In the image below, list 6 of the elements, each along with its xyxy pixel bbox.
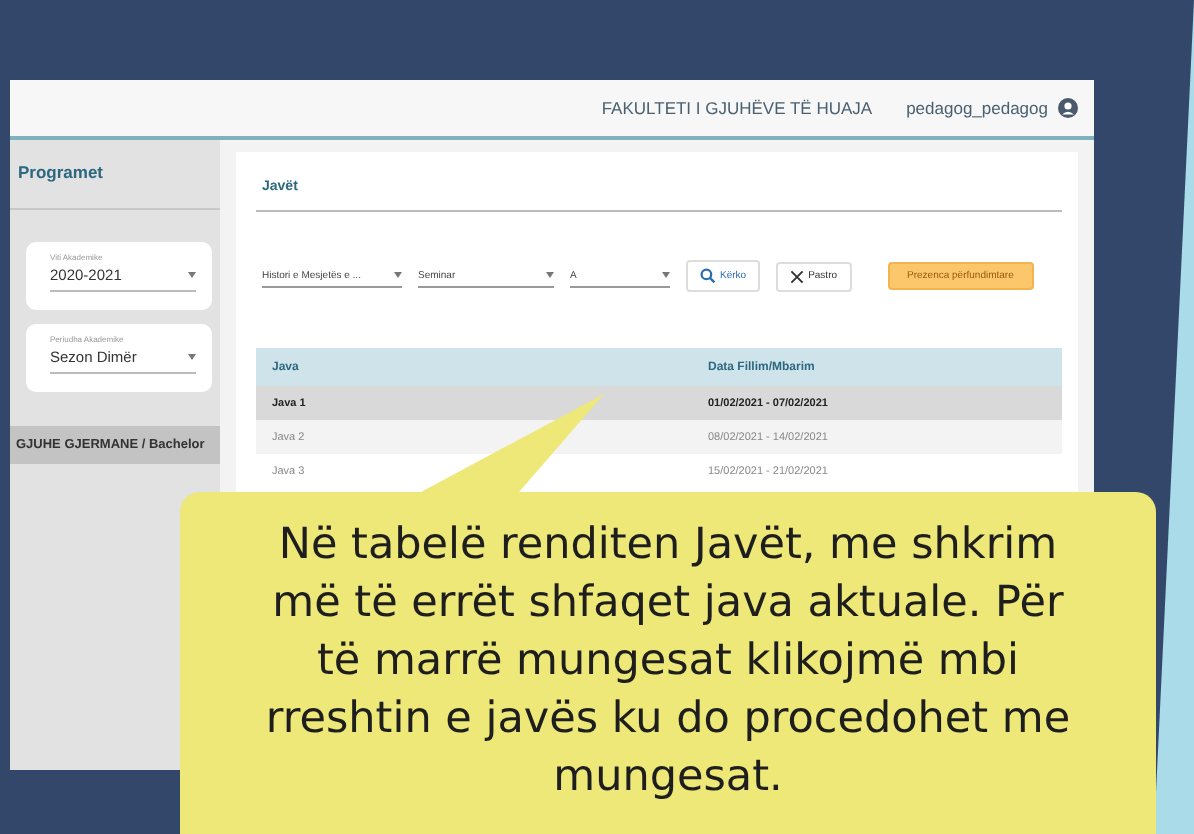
faculty-name: FAKULTETI I GJUHËVE TË HUAJA — [601, 98, 873, 118]
search-icon — [700, 268, 716, 284]
user-icon[interactable] — [1058, 98, 1078, 118]
user-name[interactable]: pedagog_pedagog — [906, 98, 1048, 118]
close-icon — [790, 269, 805, 283]
callout-text: Në tabelë renditen Javët, me shkrim më të errët shfaqet java aktuale. Për të marrë mungesat klikojmë mbi rreshtin e javës ku do procedohet me mungesat. — [263, 518, 1073, 806]
